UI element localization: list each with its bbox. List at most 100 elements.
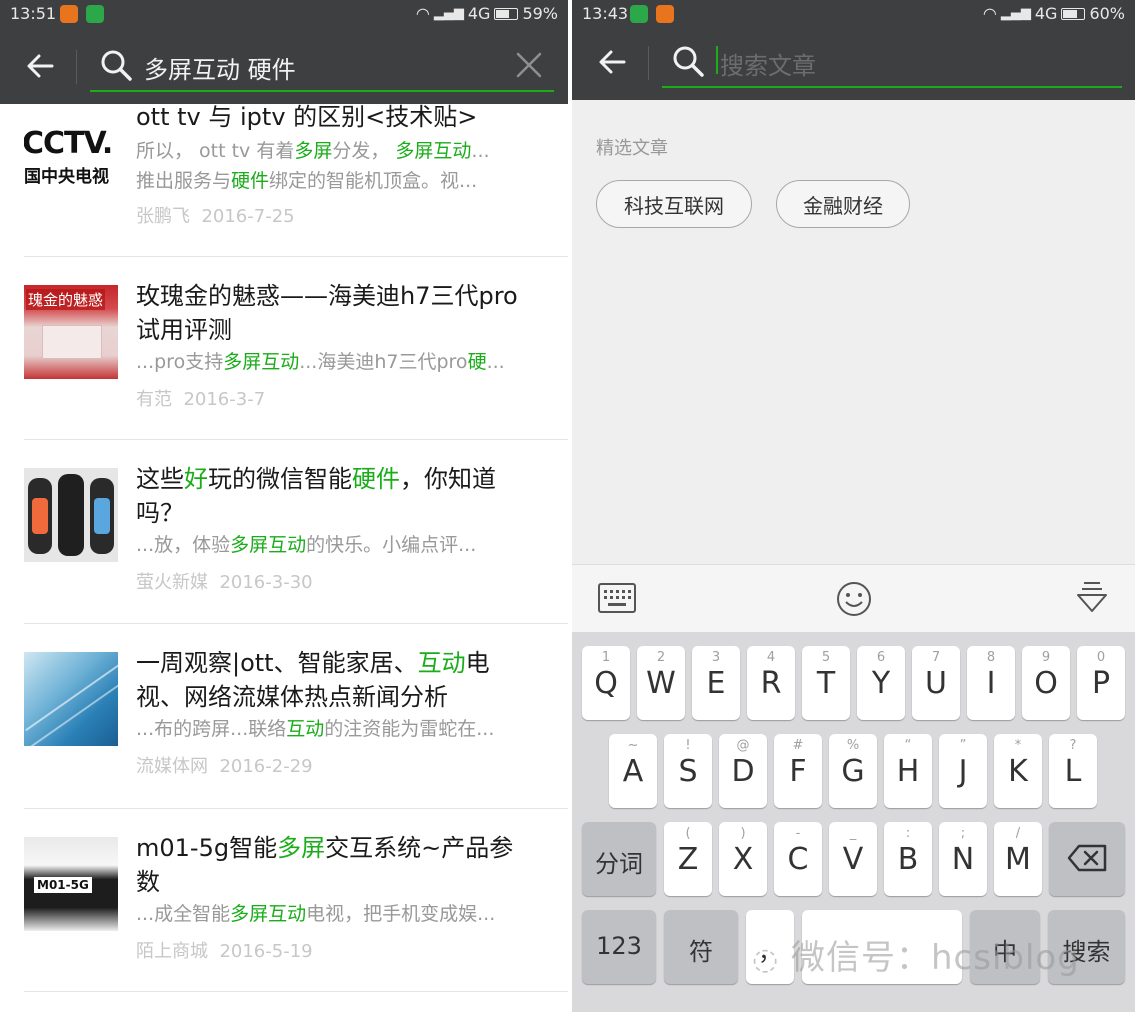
key-alt-label: 0 [1096,650,1106,665]
result-item[interactable]: CCTV. 国中央电视 ott tv 与 iptv 的区别<技术贴> 所以， o… [24,103,568,256]
key-s[interactable]: ! S [664,734,712,808]
app-notification-icon [656,5,674,23]
key-o[interactable]: 9O [1022,646,1070,720]
text-cursor [716,46,718,74]
key-label: 分词 [595,850,643,878]
key-y[interactable]: 6Y [857,646,905,720]
key-g[interactable]: % G [829,734,877,808]
key-e[interactable]: 3E [692,646,740,720]
result-title[interactable]: ott tv 与 iptv 的区别<技术贴> [136,100,556,134]
key-alt-label: 1 [601,650,611,665]
featured-articles-label: 精选文章 [596,138,668,159]
result-item[interactable]: 这些好玩的微信智能硬件，你知道 吗？ ...放，体验多屏互动的快乐。小编点评..… [24,440,568,623]
search-field[interactable]: 搜索文章 [662,32,1122,88]
key-w[interactable]: 2W [637,646,685,720]
result-title[interactable]: 这些好玩的微信智能硬件，你知道 吗？ [136,462,556,530]
result-date: 2016-7-25 [201,206,295,227]
key-p[interactable]: 0P [1077,646,1125,720]
segment-key[interactable]: 分词 [582,822,656,896]
result-snippet: ...pro支持多屏互动...海美迪h7三代pro硬... [136,351,505,373]
search-header: 搜索文章 [572,28,1135,100]
result-thumbnail: CCTV. 国中央电视 [24,108,118,202]
key-label: E [706,666,726,701]
wechat-icon: ◌ [752,942,780,977]
result-item[interactable]: M01-5G m01-5g智能多屏交互系统~产品参 数 ...成全智能多屏互动电… [24,809,568,991]
key-j[interactable]: ” J [939,734,987,808]
key-alt-label: / [1015,826,1021,841]
key-q[interactable]: 1Q [582,646,630,720]
key-l[interactable]: ? L [1049,734,1097,808]
key-alt-label: - [795,826,801,841]
status-time: 13:43 [582,4,629,23]
result-date: 2016-3-30 [219,572,313,593]
search-header: 多屏互动 硬件 [0,28,568,104]
result-thumbnail [24,468,118,562]
keyboard-toolbar [572,564,1135,632]
battery-level [1063,9,1077,18]
key-alt-label: 8 [986,650,996,665]
message-notification-icon [630,5,648,23]
key-label: H [896,754,920,789]
back-arrow-icon[interactable] [596,46,628,78]
result-title[interactable]: 一周观察|ott、智能家居、互动电 视、网络流媒体热点新闻分析 [136,646,556,714]
clear-search-icon[interactable] [516,52,542,78]
chip-finance[interactable]: 金融财经 [776,180,910,228]
key-m[interactable]: / M [994,822,1042,896]
key-n[interactable]: ; N [939,822,987,896]
search-field[interactable]: 多屏互动 硬件 [90,36,554,92]
symbols-key[interactable]: 符 [664,910,738,984]
key-r[interactable]: 4R [747,646,795,720]
key-a[interactable]: ~ A [609,734,657,808]
key-k[interactable]: * K [994,734,1042,808]
key-label: R [760,666,782,701]
search-placeholder[interactable]: 搜索文章 [720,46,816,81]
key-x[interactable]: ) X [719,822,767,896]
key-h[interactable]: “H [884,734,932,808]
result-thumbnail: 瑰金的魅惑 [24,285,118,379]
key-alt-label: ; [960,826,966,841]
backspace-key[interactable] [1049,822,1125,896]
numbers-key[interactable]: 123 [582,910,656,984]
key-alt-label: @ [736,738,750,753]
result-thumbnail: M01-5G [24,837,118,931]
key-label: C [787,842,809,877]
result-date: 2016-5-19 [219,941,313,962]
result-item[interactable]: 瑰金的魅惑 玫瑰金的魅惑——海美迪h7三代pro 试用评测 ...pro支持多屏… [24,257,568,439]
key-alt-label: 6 [876,650,886,665]
result-divider [24,991,568,992]
key-alt-label: ” [959,738,967,753]
signal-icon: ▂▄▆ [1000,6,1031,21]
hide-keyboard-icon[interactable] [1076,581,1108,615]
key-label: 符 [689,938,713,966]
key-u[interactable]: 7U [912,646,960,720]
network-type: 4G [1034,4,1058,23]
key-alt-label: 4 [766,650,776,665]
key-c[interactable]: -C [774,822,822,896]
key-label: G [841,754,865,789]
result-title[interactable]: 玫瑰金的魅惑——海美迪h7三代pro 试用评测 [136,279,556,347]
backspace-icon [1067,844,1107,872]
key-v[interactable]: _ V [829,822,877,896]
result-author: 萤火新媒 [136,572,208,593]
result-snippet: ...成全智能多屏互动电视，把手机变成娱... [136,903,496,925]
back-arrow-icon[interactable] [24,50,56,82]
search-query[interactable]: 多屏互动 硬件 [144,50,296,85]
watermark: ◌ 微信号：hcsiblog [752,930,1080,979]
right-screen: 13:43 ◠ ▂▄▆ 4G 60% 搜索文章 精选文章 科技互联网 金融财经 [572,0,1135,1012]
search-icon [673,46,704,77]
result-title[interactable]: m01-5g智能多屏交互系统~产品参 数 [136,831,556,899]
key-label: Y [871,666,891,701]
key-z[interactable]: (Z [664,822,712,896]
chip-tech-internet[interactable]: 科技互联网 [596,180,752,228]
key-f[interactable]: # F [774,734,822,808]
status-bar: 13:43 ◠ ▂▄▆ 4G 60% [572,0,1135,28]
key-i[interactable]: 8I [967,646,1015,720]
emoji-icon[interactable] [836,581,872,617]
key-alt-label: ) [740,826,746,841]
result-item[interactable]: 一周观察|ott、智能家居、互动电 视、网络流媒体热点新闻分析 ...布的跨屏.… [24,624,568,808]
key-b[interactable]: :B [884,822,932,896]
keyboard-icon[interactable] [598,583,636,613]
message-notification-icon [86,5,104,23]
key-d[interactable]: @ D [719,734,767,808]
key-t[interactable]: 5T [802,646,850,720]
